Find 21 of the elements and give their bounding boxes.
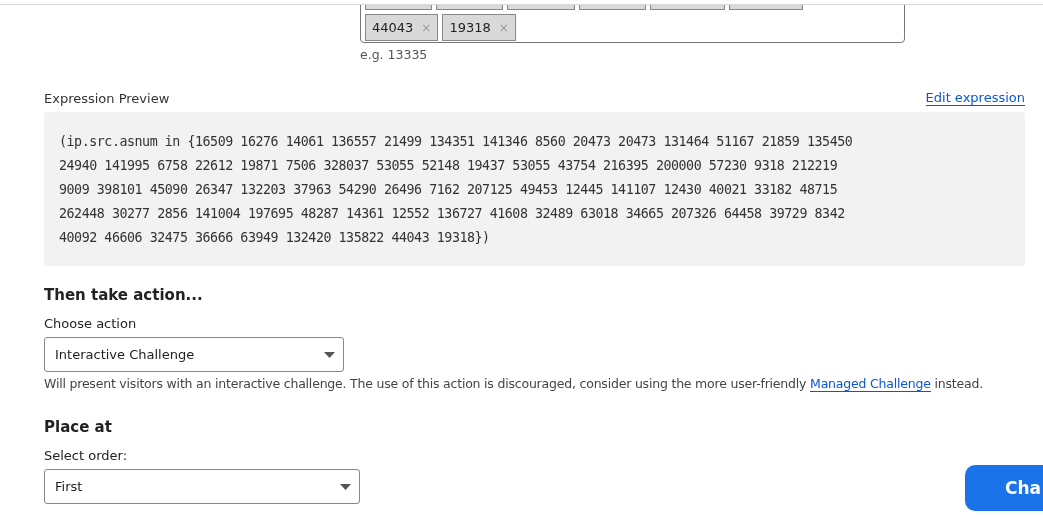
code-line: 9009 398101 45090 26347 132203 37963 54290 26496 7162 207125 49453 12445 141107 12430 40021 33182 48715: [59, 181, 839, 199]
action-select[interactable]: Interactive Challenge: [44, 337, 344, 372]
caret-icon: [324, 351, 335, 358]
code-line: 40092 46606 32475 36666 63949 132420 135822 44043 19318}): [59, 229, 491, 247]
section-heading: Then take action...: [44, 286, 204, 304]
tag-value: 44043: [372, 20, 414, 35]
caret-icon: [340, 483, 351, 490]
action-description: Will present visitors with an interactive challenge. The use of this action is discouraged, consider using the more user-friendly Managed Challenge instead.: [44, 376, 984, 391]
code-line: (ip.src.asnum in {16509 16276 14061 136557 21499 134351 141346 8560 20473 20473 131464 51167 21859 135450: [59, 133, 854, 151]
edit-expression-link[interactable]: Edit expression: [925, 90, 1025, 106]
field-label: Choose action: [44, 316, 138, 331]
tag-value: 19318: [449, 20, 491, 35]
chat-button[interactable]: Cha: [965, 465, 1043, 511]
code-line: 262448 30277 2856 141004 197695 48287 14361 12552 136727 41608 32489 63018 34665 207326 64458 39729 8342: [59, 205, 846, 223]
order-select[interactable]: First: [44, 469, 360, 504]
field-label: Select order:: [44, 448, 129, 463]
section-label: Expression Preview: [44, 91, 170, 106]
field-hint: e.g. 13335: [360, 47, 429, 62]
code-line: 24940 141995 6758 22612 19871 7506 328037 53055 52148 19437 53055 43754 216395 200000 57230 9318 212219: [59, 157, 839, 175]
managed-challenge-link[interactable]: Managed Challenge: [810, 376, 931, 392]
section-heading: Place at: [44, 418, 113, 436]
